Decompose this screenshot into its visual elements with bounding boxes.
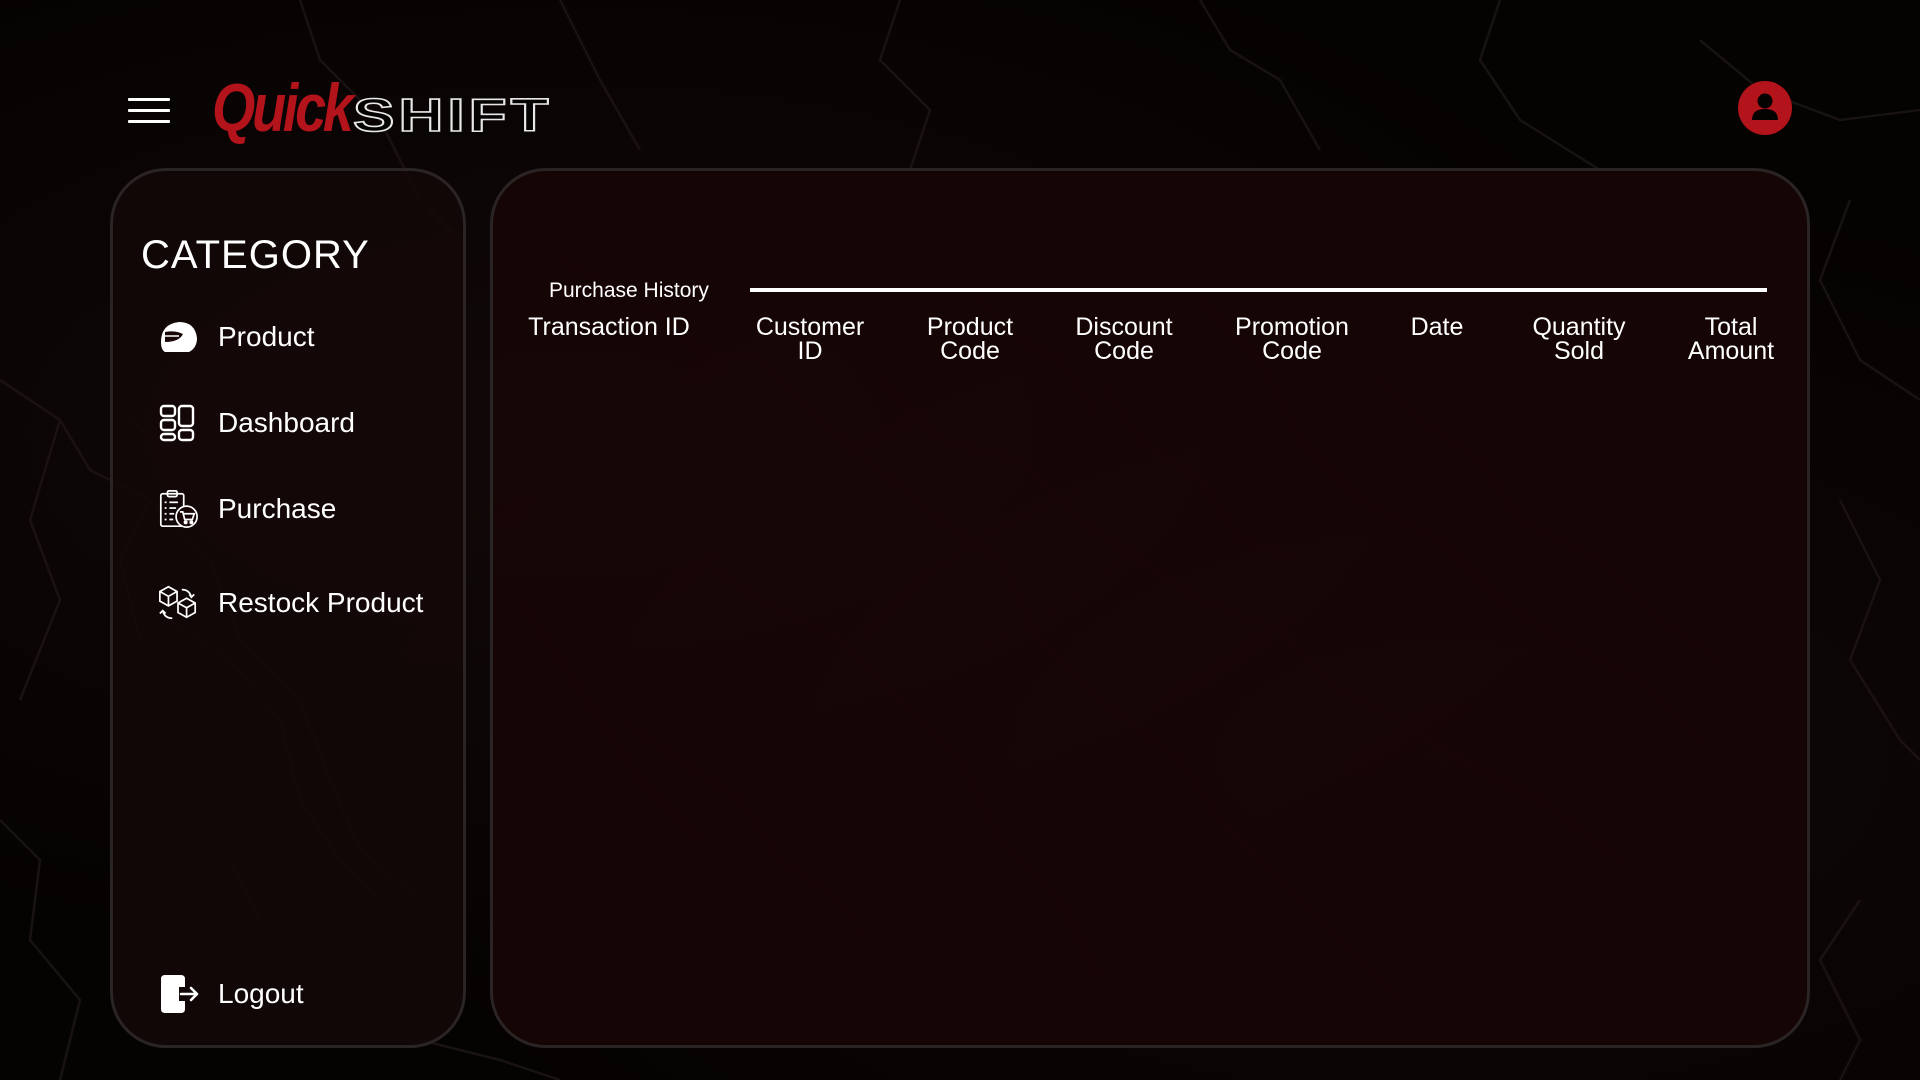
column-header-transaction-id[interactable]: Transaction ID: [509, 315, 709, 340]
boxes-icon: [157, 582, 199, 624]
sidebar-item-label: Dashboard: [218, 407, 355, 438]
logo-quick-text: Quick: [212, 70, 354, 146]
main-panel: Purchase History Transaction ID Customer…: [490, 168, 1810, 1048]
sidebar-title: CATEGORY: [141, 233, 370, 277]
section-title: Purchase History: [549, 279, 709, 302]
logout-button[interactable]: Logout: [157, 973, 304, 1015]
sidebar-item-label: Product: [218, 321, 315, 352]
column-header-discount-code[interactable]: Discount Code: [1039, 315, 1209, 364]
column-header-customer-id[interactable]: Customer ID: [725, 315, 895, 364]
logout-door-icon: [157, 973, 199, 1015]
sidebar-item-purchase[interactable]: Purchase: [157, 488, 336, 530]
sidebar: CATEGORY Product Dashboard Purchase Rest…: [110, 168, 466, 1048]
app-page: Quick SHIFT CATEGORY Product Dashboard P…: [0, 0, 1920, 1080]
sidebar-item-product[interactable]: Product: [157, 316, 315, 358]
section-divider: [750, 288, 1767, 292]
column-header-quantity-sold[interactable]: Quantity Sold: [1494, 315, 1664, 364]
sidebar-item-label: Restock Product: [218, 587, 424, 618]
column-header-total-amount[interactable]: Total Amount: [1646, 315, 1816, 364]
logout-label: Logout: [218, 978, 304, 1009]
sidebar-item-dashboard[interactable]: Dashboard: [157, 402, 355, 444]
app-logo[interactable]: Quick SHIFT: [212, 70, 550, 146]
helmet-icon: [157, 316, 199, 358]
user-silhouette-icon: [1752, 93, 1778, 120]
dashboard-grid-icon: [157, 402, 199, 444]
menu-line: [128, 98, 170, 101]
column-header-product-code[interactable]: Product Code: [885, 315, 1055, 364]
user-avatar-icon[interactable]: [1738, 81, 1792, 135]
clipboard-cart-icon: [157, 488, 199, 530]
sidebar-item-restock-product[interactable]: Restock Product: [157, 582, 423, 624]
sidebar-item-label: Purchase: [218, 493, 337, 524]
menu-line: [128, 120, 170, 123]
logo-shift-text: SHIFT: [352, 89, 553, 141]
menu-line: [128, 109, 170, 112]
hamburger-menu-icon[interactable]: [128, 98, 172, 126]
